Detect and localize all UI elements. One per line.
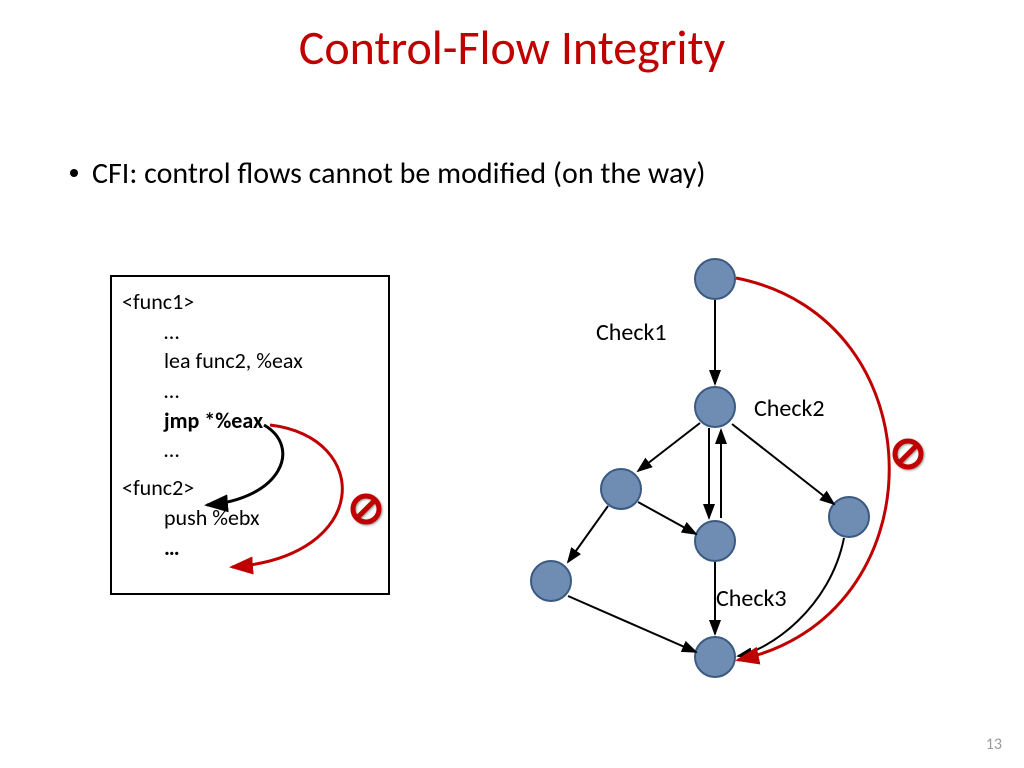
- graph-node-bottom: [694, 636, 736, 678]
- code-line: push %ebx: [122, 503, 380, 533]
- code-line: <func1>: [122, 287, 380, 317]
- check3-label: Check3: [716, 584, 787, 613]
- code-box: <func1> … lea func2, %eax … jmp *%eax … …: [110, 275, 390, 595]
- code-line: …: [122, 317, 380, 347]
- graph-node-mid: [694, 386, 736, 428]
- prohibit-icon: [891, 437, 925, 471]
- cfg-graph: Check1 Check2 Check3: [510, 258, 940, 688]
- code-line: …: [122, 435, 380, 465]
- bullet-text: CFI: control flows cannot be modified (o…: [92, 155, 706, 192]
- code-line: <func2>: [122, 473, 380, 503]
- graph-node-right: [828, 496, 870, 538]
- slide-title: Control-Flow Integrity: [0, 18, 1024, 77]
- prohibit-icon: [349, 492, 383, 526]
- page-number: 13: [986, 735, 1002, 754]
- graph-edges: [510, 258, 940, 688]
- spacer: [122, 465, 380, 473]
- check2-label: Check2: [754, 394, 825, 423]
- check1-label: Check1: [596, 318, 667, 347]
- code-line-jmp: jmp *%eax: [122, 406, 380, 436]
- code-line: …: [122, 533, 380, 563]
- code-line: lea func2, %eax: [122, 346, 380, 376]
- slide: Control-Flow Integrity CFI: control flow…: [0, 0, 1024, 768]
- graph-node-farleft: [530, 560, 572, 602]
- graph-node-top: [694, 258, 736, 300]
- bullet-dot: [70, 169, 78, 177]
- bullet-line: CFI: control flows cannot be modified (o…: [70, 155, 706, 192]
- graph-node-left: [600, 468, 642, 510]
- graph-node-center: [694, 520, 736, 562]
- code-line: …: [122, 376, 380, 406]
